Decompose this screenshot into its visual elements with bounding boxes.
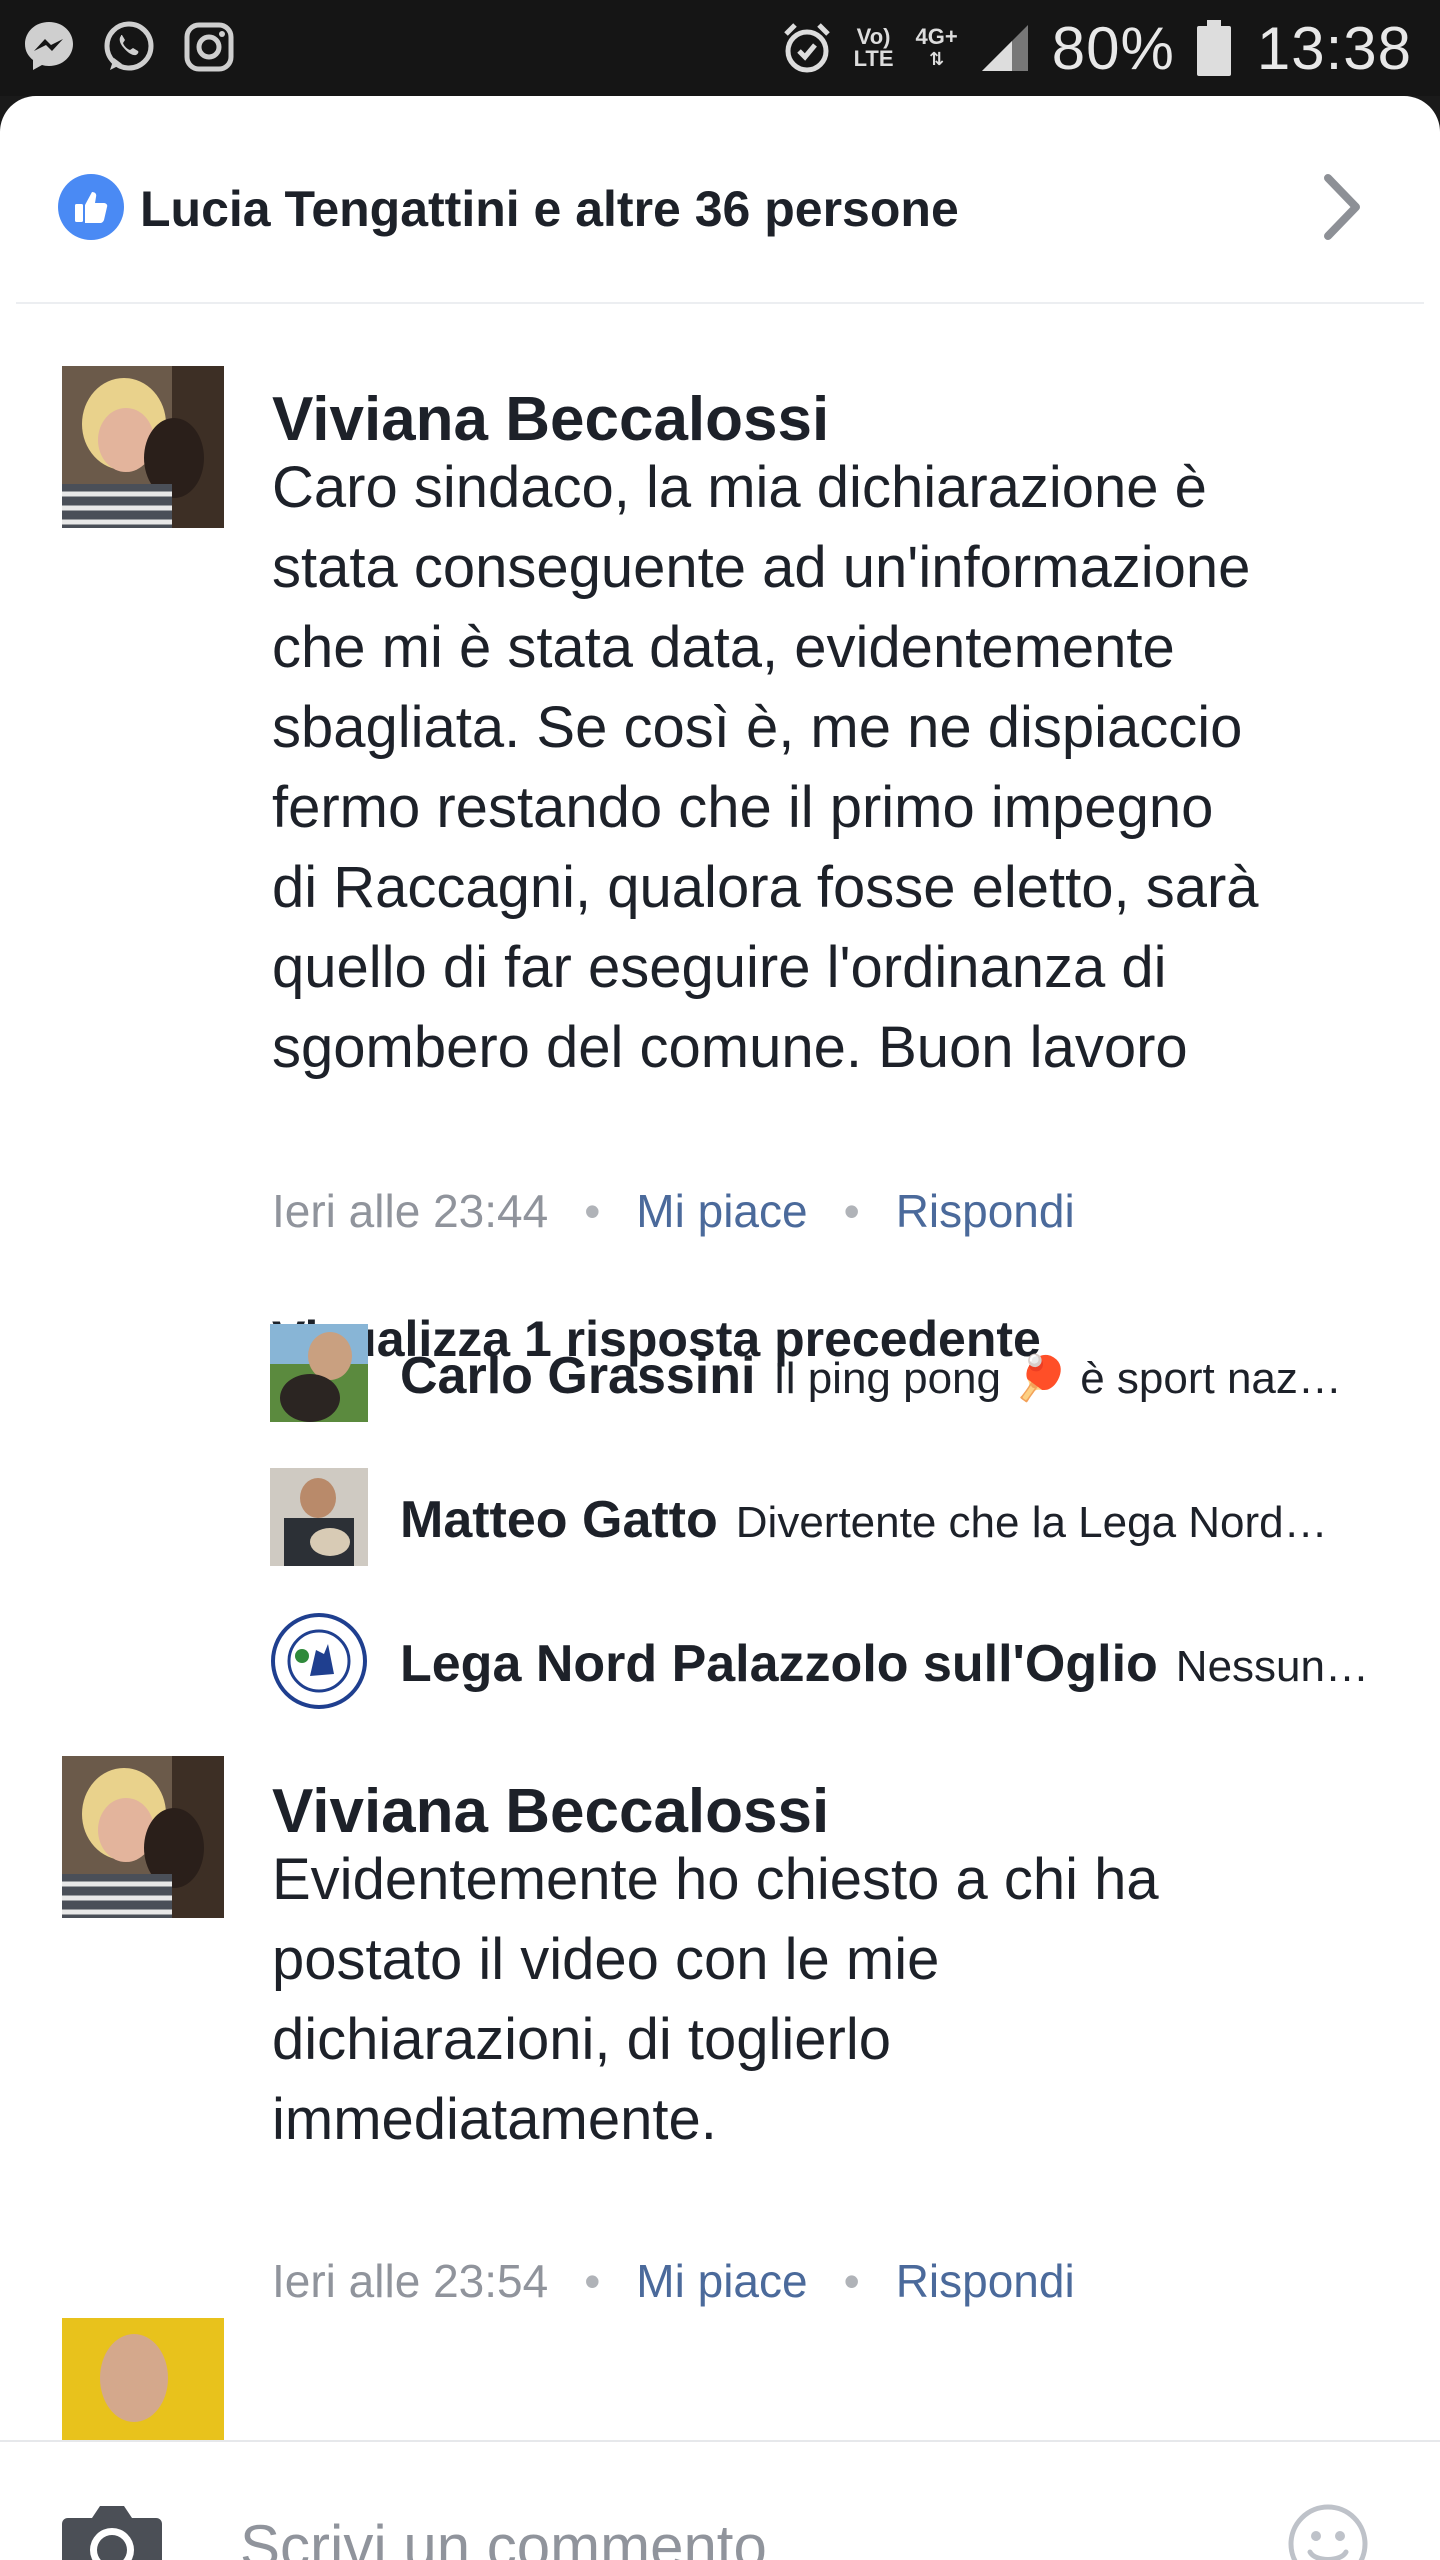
reply-text: Divertente che la Lega Nord… <box>735 1498 1328 1547</box>
separator-dot: • <box>843 1185 860 1237</box>
reactions-summary-row[interactable]: Lucia Tengattini e altre 36 persone <box>0 96 1440 304</box>
chevron-right-icon[interactable] <box>1318 170 1368 244</box>
comments-sheet: Lucia Tengattini e altre 36 persone Vivi… <box>0 96 1440 2560</box>
avatar[interactable] <box>62 2318 224 2442</box>
lega-nord-logo[interactable] <box>270 1612 368 1710</box>
camera-icon[interactable] <box>60 2502 164 2560</box>
comment-author[interactable]: Viviana Beccalossi <box>272 384 829 455</box>
signal-icon <box>981 25 1028 71</box>
reply-link[interactable]: Rispondi <box>896 2255 1075 2307</box>
comment-author[interactable]: Viviana Beccalossi <box>272 1776 829 1847</box>
comment-meta: Ieri alle 23:44 • Mi piace • Rispondi <box>272 1184 1075 1238</box>
reply-author[interactable]: Lega Nord Palazzolo sull'Oglio <box>400 1635 1158 1693</box>
battery-icon <box>1196 20 1231 76</box>
comment-text: Caro sindaco, la mia dichiarazione è sta… <box>272 455 1259 1080</box>
divider <box>16 302 1424 304</box>
whatsapp-icon <box>104 21 154 71</box>
reply-item[interactable]: Matteo Gatto Divertente che la Lega Nord… <box>400 1490 1410 1550</box>
instagram-icon <box>184 22 234 72</box>
messenger-icon <box>25 22 73 70</box>
comment-composer <box>0 2440 1440 2560</box>
avatar[interactable] <box>270 1468 368 1566</box>
like-link[interactable]: Mi piace <box>636 2255 807 2307</box>
reply-item[interactable]: Carlo Grassini Il ping pong 🏓 è sport naz… <box>400 1346 1410 1406</box>
separator-dot: • <box>584 2255 601 2307</box>
reply-author[interactable]: Matteo Gatto <box>400 1491 718 1549</box>
separator-dot: • <box>843 2255 860 2307</box>
separator-dot: • <box>584 1185 601 1237</box>
like-link[interactable]: Mi piace <box>636 1185 807 1237</box>
notification-icons <box>20 18 238 76</box>
reply-text: Nessun… <box>1175 1642 1369 1691</box>
avatar[interactable] <box>270 1324 368 1422</box>
comment-timestamp: Ieri alle 23:54 <box>272 2255 549 2307</box>
reply-item[interactable]: Lega Nord Palazzolo sull'Oglio Nessun… <box>400 1634 1410 1694</box>
reactions-summary-text: Lucia Tengattini e altre 36 persone <box>140 181 959 237</box>
thumbs-up-icon <box>58 174 124 240</box>
status-bar: Vo) LTE 4G+ ⇅ 80% 13:38 <box>0 0 1440 96</box>
comment-timestamp: Ieri alle 23:44 <box>272 1185 549 1237</box>
comment-text: Evidentemente ho chiesto a chi ha postat… <box>272 1847 1159 2152</box>
system-status: Vo) LTE 4G+ ⇅ 80% 13:38 <box>782 12 1412 84</box>
avatar[interactable] <box>62 366 224 528</box>
emoji-icon[interactable] <box>1286 2502 1370 2560</box>
reply-text: Il ping pong 🏓 è sport naz… <box>773 1354 1342 1403</box>
comment-input[interactable] <box>240 2506 1240 2560</box>
avatar[interactable] <box>62 1756 224 1918</box>
reply-author[interactable]: Carlo Grassini <box>400 1347 755 1405</box>
battery-percent: 80% <box>1051 14 1175 82</box>
network-indicator: 4G+ ⇅ <box>915 24 958 70</box>
alarm-icon <box>783 23 830 73</box>
volte-indicator: Vo) LTE <box>853 24 894 71</box>
comment-meta: Ieri alle 23:54 • Mi piace • Rispondi <box>272 2254 1075 2308</box>
clock: 13:38 <box>1256 14 1412 82</box>
reply-link[interactable]: Rispondi <box>896 1185 1075 1237</box>
